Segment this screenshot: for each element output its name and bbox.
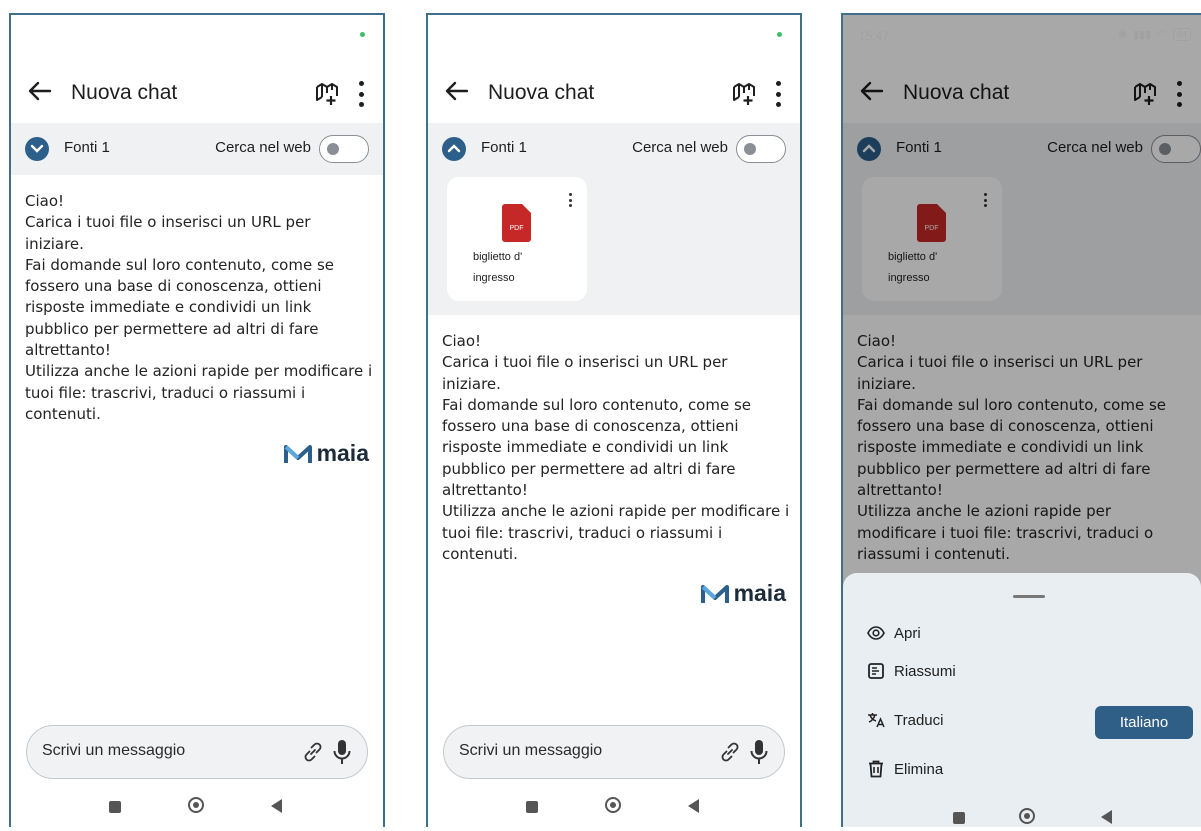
sources-panel: PDF biglietto d' ingresso	[428, 175, 800, 315]
option-delete[interactable]: Elimina	[867, 760, 943, 778]
option-translate[interactable]: Traduci	[867, 711, 943, 729]
recents-button[interactable]	[109, 801, 121, 813]
option-label: Apri	[894, 624, 921, 642]
microphone-icon[interactable]	[750, 739, 768, 765]
eye-icon	[867, 626, 885, 640]
maia-logo-mark-icon	[283, 444, 312, 463]
maia-logo-mark-icon	[700, 584, 729, 603]
language-select-button[interactable]: Italiano	[1095, 706, 1193, 739]
message-input[interactable]: Scrivi un messaggio	[443, 725, 785, 779]
sources-bar: Fonti 1 Cerca nel web	[11, 123, 383, 175]
web-search-toggle[interactable]	[319, 135, 369, 163]
chevron-down-icon[interactable]	[25, 137, 49, 161]
maia-logo: maia	[283, 440, 369, 467]
recents-button[interactable]	[953, 812, 965, 824]
option-open[interactable]: Apri	[867, 624, 921, 642]
sheet-drag-handle[interactable]	[1013, 595, 1045, 598]
file-name-line: ingresso	[473, 272, 515, 284]
message-line: Carica i tuoi file o inserisci un URL pe…	[25, 213, 311, 253]
add-source-icon[interactable]	[730, 79, 758, 107]
sources-bar: Fonti 1 Cerca nel web	[428, 123, 800, 175]
system-nav-bar	[11, 797, 383, 827]
more-options-icon[interactable]	[357, 81, 365, 107]
home-button[interactable]	[605, 797, 621, 813]
pdf-icon-text: PDF	[510, 225, 524, 232]
trash-icon	[869, 760, 883, 778]
add-source-icon[interactable]	[313, 79, 341, 107]
system-back-button[interactable]	[688, 799, 699, 813]
welcome-message: Ciao! Carica i tuoi file o inserisci un …	[25, 191, 373, 425]
system-nav-bar	[428, 797, 800, 827]
recents-button[interactable]	[526, 801, 538, 813]
sources-label[interactable]: Fonti 1	[481, 139, 527, 156]
system-back-button[interactable]	[271, 799, 282, 813]
app-bar: Nuova chat	[11, 67, 383, 119]
privacy-indicator-dot	[777, 32, 782, 37]
system-back-button[interactable]	[1101, 810, 1112, 824]
message-placeholder: Scrivi un messaggio	[42, 742, 186, 759]
file-actions-sheet: Apri Riassumi Traduci Italiano Elimina	[843, 573, 1201, 827]
maia-logo-text: maia	[316, 440, 369, 466]
file-name-line: biglietto d'	[473, 251, 523, 263]
message-line: Ciao!	[442, 332, 482, 350]
attach-link-icon[interactable]	[301, 740, 325, 764]
app-bar: Nuova chat	[428, 67, 800, 119]
back-arrow-icon[interactable]	[442, 76, 472, 106]
option-label: Riassumi	[894, 662, 956, 680]
microphone-icon[interactable]	[333, 739, 351, 765]
maia-logo-text: maia	[733, 580, 786, 606]
card-menu-icon[interactable]	[568, 193, 572, 207]
status-bar	[428, 15, 800, 55]
summary-icon	[868, 663, 884, 679]
phone-screen-3: 15:47 ✱ ▮▮▮ ◠ 84 Nuova chat Fonti 1 Cerc…	[841, 13, 1201, 827]
option-summarize[interactable]: Riassumi	[867, 662, 956, 680]
file-name: biglietto d' ingresso	[473, 247, 573, 289]
message-line: Utilizza anche le azioni rapide per modi…	[25, 362, 373, 423]
privacy-indicator-dot	[360, 32, 365, 37]
status-bar	[11, 15, 383, 55]
message-placeholder: Scrivi un messaggio	[459, 742, 603, 759]
attach-link-icon[interactable]	[718, 740, 742, 764]
message-line: Ciao!	[25, 192, 65, 210]
chevron-up-icon[interactable]	[442, 137, 466, 161]
sources-label[interactable]: Fonti 1	[64, 139, 110, 156]
web-search-label: Cerca nel web	[215, 139, 311, 156]
home-button[interactable]	[1019, 808, 1035, 824]
home-button[interactable]	[188, 797, 204, 813]
message-line: Carica i tuoi file o inserisci un URL pe…	[442, 353, 728, 393]
message-line: Fai domande sul loro contenuto, come se …	[25, 255, 335, 360]
translate-icon	[868, 713, 885, 728]
page-title: Nuova chat	[488, 81, 595, 104]
welcome-message: Ciao! Carica i tuoi file o inserisci un …	[442, 331, 790, 565]
back-arrow-icon[interactable]	[25, 76, 55, 106]
phone-screen-2: Nuova chat Fonti 1 Cerca nel web PDF big…	[426, 13, 802, 827]
source-file-card[interactable]: PDF biglietto d' ingresso	[447, 177, 587, 301]
message-input[interactable]: Scrivi un messaggio	[26, 725, 368, 779]
option-label: Traduci	[894, 711, 944, 729]
pdf-icon: PDF	[502, 204, 531, 242]
message-line: Utilizza anche le azioni rapide per modi…	[442, 502, 790, 563]
system-nav-bar	[843, 808, 1201, 827]
more-options-icon[interactable]	[774, 81, 782, 107]
page-title: Nuova chat	[71, 81, 178, 104]
option-label: Elimina	[894, 760, 944, 778]
phone-screen-1: Nuova chat Fonti 1 Cerca nel web Ciao! C…	[9, 13, 385, 827]
maia-logo: maia	[700, 580, 786, 607]
web-search-toggle[interactable]	[736, 135, 786, 163]
web-search-label: Cerca nel web	[632, 139, 728, 156]
message-line: Fai domande sul loro contenuto, come se …	[442, 395, 752, 500]
